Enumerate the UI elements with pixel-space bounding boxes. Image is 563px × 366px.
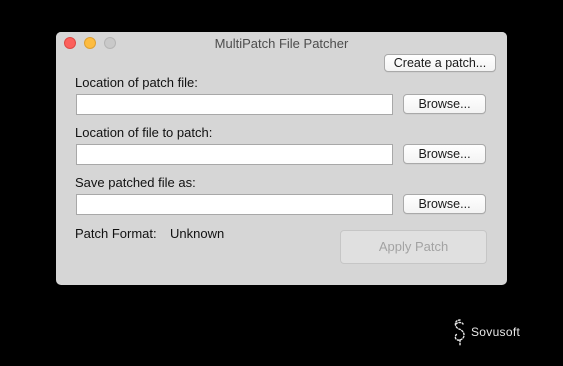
browse-file-to-patch-button[interactable]: Browse... (403, 144, 486, 164)
main-window: MultiPatch File Patcher Create a patch..… (56, 32, 507, 285)
watermark-text: Sovusoft (471, 325, 521, 339)
patch-format-label: Patch Format: (75, 226, 157, 241)
window-title: MultiPatch File Patcher (214, 36, 349, 51)
create-patch-button[interactable]: Create a patch... (384, 54, 496, 72)
save-as-input[interactable] (76, 194, 393, 215)
file-to-patch-label: Location of file to patch: (75, 125, 213, 140)
file-to-patch-input[interactable] (76, 144, 393, 165)
patch-file-input[interactable] (76, 94, 393, 115)
save-as-label: Save patched file as: (75, 175, 196, 190)
browse-patch-file-button[interactable]: Browse... (403, 94, 486, 114)
apply-patch-button[interactable]: Apply Patch (340, 230, 487, 264)
sovusoft-logo-icon (454, 319, 465, 346)
browse-save-as-button[interactable]: Browse... (403, 194, 486, 214)
patch-file-label: Location of patch file: (75, 75, 198, 90)
title-bar[interactable]: MultiPatch File Patcher (56, 32, 507, 54)
patch-format-value: Unknown (170, 226, 225, 241)
